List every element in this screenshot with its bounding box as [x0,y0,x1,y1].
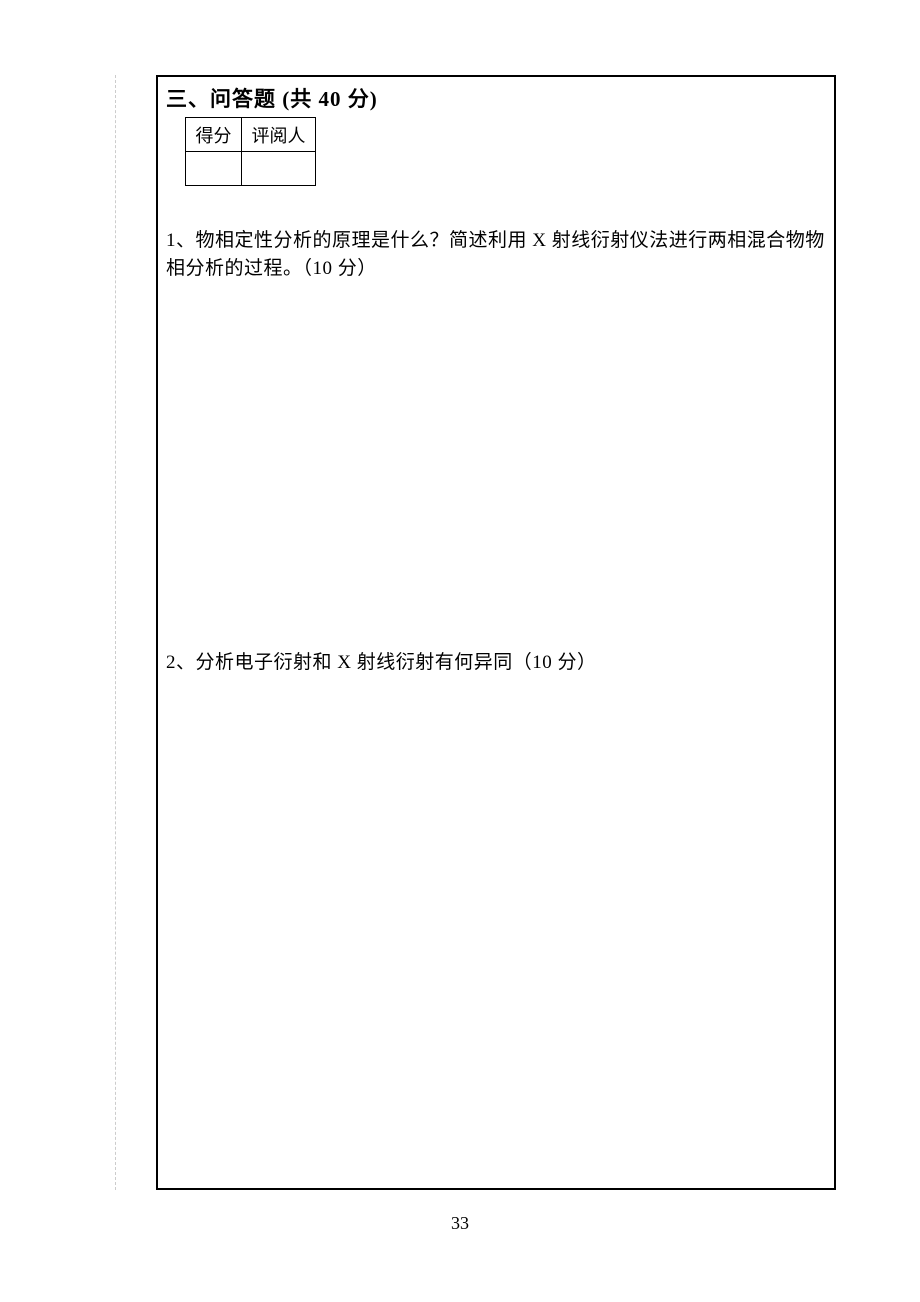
score-header: 得分 [186,118,242,152]
page-number: 33 [0,1213,920,1234]
question-2: 2、分析电子衍射和 X 射线衍射有何异同（10 分） [166,649,826,677]
score-cell [186,152,242,186]
page-container: 三、问答题 (共 40 分) 得分 评阅人 1、物相定性分析的原理是什么？简述利… [115,75,835,1190]
score-table: 得分 评阅人 [185,117,316,186]
content-box: 三、问答题 (共 40 分) 得分 评阅人 1、物相定性分析的原理是什么？简述利… [156,75,836,1190]
reviewer-header: 评阅人 [242,118,316,152]
reviewer-cell [242,152,316,186]
score-table-header-row: 得分 评阅人 [186,118,316,152]
score-table-value-row [186,152,316,186]
question-1: 1、物相定性分析的原理是什么？简述利用 X 射线衍射仪法进行两相混合物物相分析的… [166,227,826,282]
section-title: 三、问答题 (共 40 分) [166,83,378,113]
